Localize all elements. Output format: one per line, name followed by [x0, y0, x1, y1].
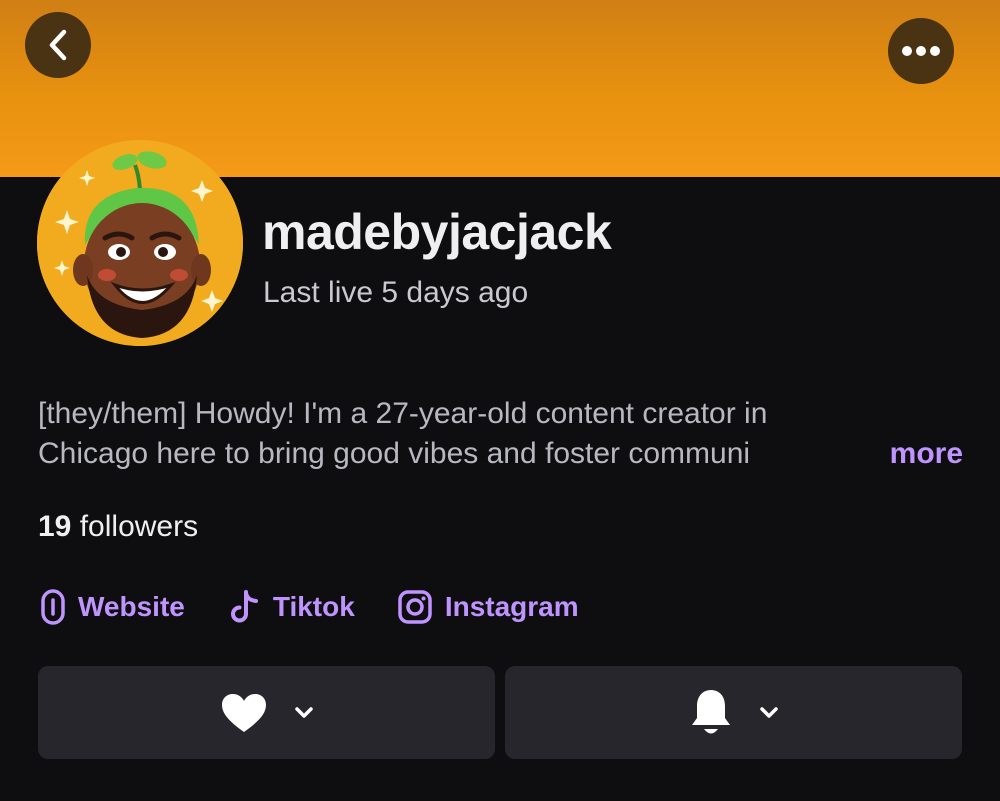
chevron-down-icon: [759, 706, 778, 718]
social-links: Website Tiktok Instagram: [40, 588, 579, 626]
bio-line-2: Chicago here to bring good vibes and fos…: [38, 437, 751, 470]
bio-line-1: [they/them] Howdy! I'm a 27-year-old con…: [38, 397, 768, 430]
bio-more-link[interactable]: more: [890, 434, 963, 474]
notifications-button[interactable]: [505, 666, 962, 759]
last-live-status: Last live 5 days ago: [263, 276, 529, 309]
website-link[interactable]: Website: [40, 588, 185, 626]
avatar[interactable]: [37, 140, 243, 346]
tiktok-link-label: Tiktok: [272, 591, 355, 622]
followers-count: 19 followers: [38, 510, 198, 544]
link-icon: [41, 589, 65, 625]
followers-label: followers: [79, 510, 199, 543]
back-button[interactable]: [25, 12, 91, 78]
instagram-link[interactable]: Instagram: [397, 588, 579, 626]
instagram-link-label: Instagram: [444, 591, 579, 622]
chevron-left-icon: [49, 29, 67, 61]
channel-bio: [they/them] Howdy! I'm a 27-year-old con…: [38, 394, 963, 474]
instagram-icon: [398, 590, 432, 624]
bell-icon: [691, 689, 730, 733]
ellipsis-icon: [902, 46, 940, 56]
website-link-label: Website: [78, 591, 185, 622]
avatar-illustration: [37, 140, 243, 346]
tiktok-link[interactable]: Tiktok: [229, 588, 355, 626]
follow-button[interactable]: [38, 666, 495, 759]
more-options-button[interactable]: [888, 18, 954, 84]
chevron-down-icon: [294, 706, 313, 718]
channel-username: madebyjacjack: [262, 204, 612, 260]
tiktok-icon: [230, 590, 258, 623]
followers-number: 19: [38, 510, 72, 543]
heart-icon: [221, 693, 266, 732]
